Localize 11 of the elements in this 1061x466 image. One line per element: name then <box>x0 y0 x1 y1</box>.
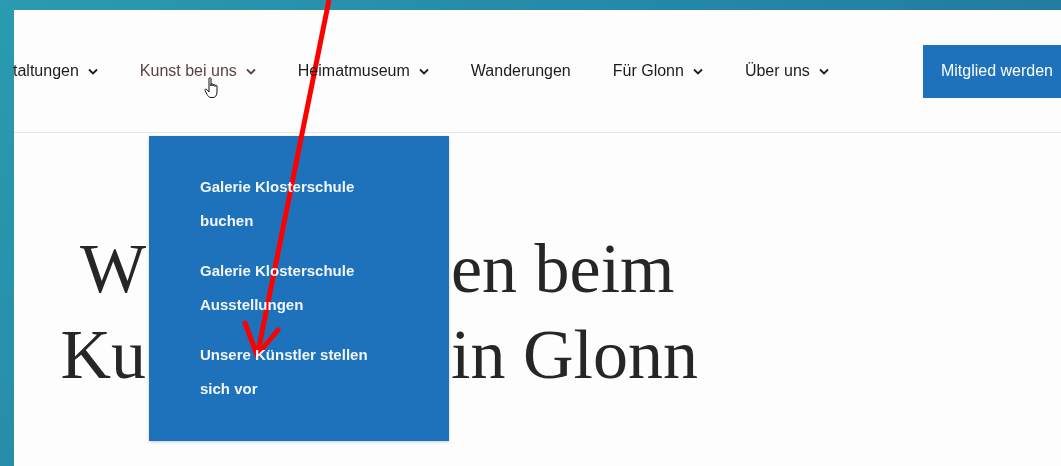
menu-item[interactable]: Unsere Künstler stellen sich vor <box>200 338 401 406</box>
nav-link[interactable]: Kunst bei uns <box>139 62 256 80</box>
nav-link[interactable]: Wanderungen <box>470 62 571 80</box>
heading-text: in Glonn <box>451 315 698 395</box>
nav-link[interactable]: Über uns <box>744 62 829 80</box>
heading-text: Ku <box>60 316 146 393</box>
member-button[interactable]: Mitglied werden <box>922 44 1061 98</box>
heading-text: en beim <box>451 229 675 309</box>
heading-text: W <box>79 230 146 307</box>
hand-cursor-icon <box>204 77 220 99</box>
nav-link[interactable]: Für Glonn <box>612 62 703 80</box>
